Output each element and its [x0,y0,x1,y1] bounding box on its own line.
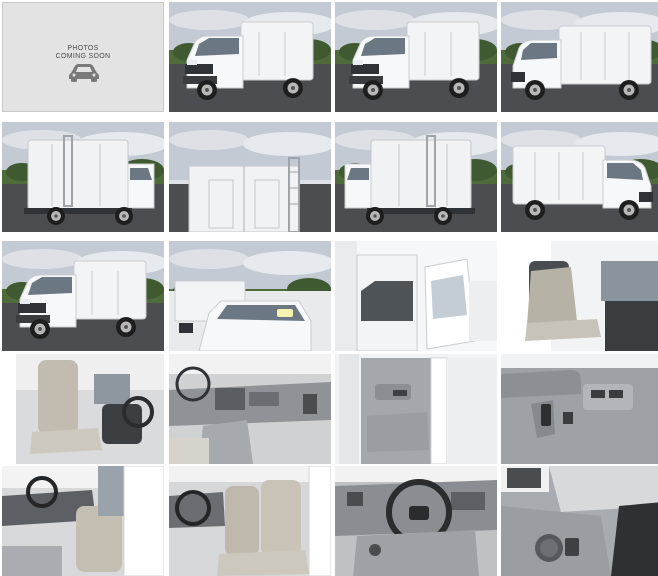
photo-front-left-exterior[interactable] [169,2,331,112]
photo-passenger-seat[interactable] [501,241,658,351]
photo-driver-seat[interactable] [2,354,164,464]
photo-front-left-exterior-2[interactable] [335,2,497,112]
photo-front-right-exterior-image [2,241,164,351]
photo-rear-exterior[interactable] [169,122,331,232]
photo-window-switches-image [501,354,658,464]
photo-front-right-exterior[interactable] [2,241,164,351]
photo-door-panel[interactable] [335,354,497,464]
photo-cab-interior-image [2,466,164,576]
photo-front-left-exterior-image [169,2,331,112]
photo-hood-windshield[interactable] [169,241,331,351]
photo-cab-interior[interactable] [2,466,164,576]
photo-seats-steering-image [169,466,331,576]
photo-rear-left-exterior[interactable] [335,122,497,232]
photo-gallery: PHOTOS COMING SOON [2,2,658,576]
photo-window-switches[interactable] [501,354,658,464]
photo-rear-left-exterior-image [335,122,497,232]
photo-placeholder[interactable]: PHOTOS COMING SOON [2,2,164,112]
photo-left-side-exterior[interactable] [501,2,658,112]
photo-steering-wheel-dash[interactable] [335,466,497,576]
photo-door-panel-image [335,354,497,464]
photo-seats-steering[interactable] [169,466,331,576]
car-icon [69,64,99,82]
photo-dashboard-passenger-image [169,354,331,464]
placeholder-text: PHOTOS COMING SOON [3,45,163,61]
photo-rear-right-exterior-image [2,122,164,232]
photo-hood-windshield-image [169,241,331,351]
placeholder-line-2: COMING SOON [55,53,111,60]
photo-rear-exterior-image [169,122,331,232]
photo-passenger-seat-image [501,241,658,351]
photo-right-side-exterior-image [501,122,658,232]
photo-open-driver-door-image [335,241,497,351]
placeholder-line-1: PHOTOS [67,45,99,52]
photo-left-side-exterior-image [501,2,658,112]
photo-headlight-switch-image [501,466,658,576]
photo-driver-seat-image [2,354,164,464]
photo-front-left-exterior-2-image [335,2,497,112]
photo-dashboard-passenger[interactable] [169,354,331,464]
photo-open-driver-door[interactable] [335,241,497,351]
photo-headlight-switch[interactable] [501,466,658,576]
photo-steering-wheel-dash-image [335,466,497,576]
photo-rear-right-exterior[interactable] [2,122,164,232]
photo-right-side-exterior[interactable] [501,122,658,232]
